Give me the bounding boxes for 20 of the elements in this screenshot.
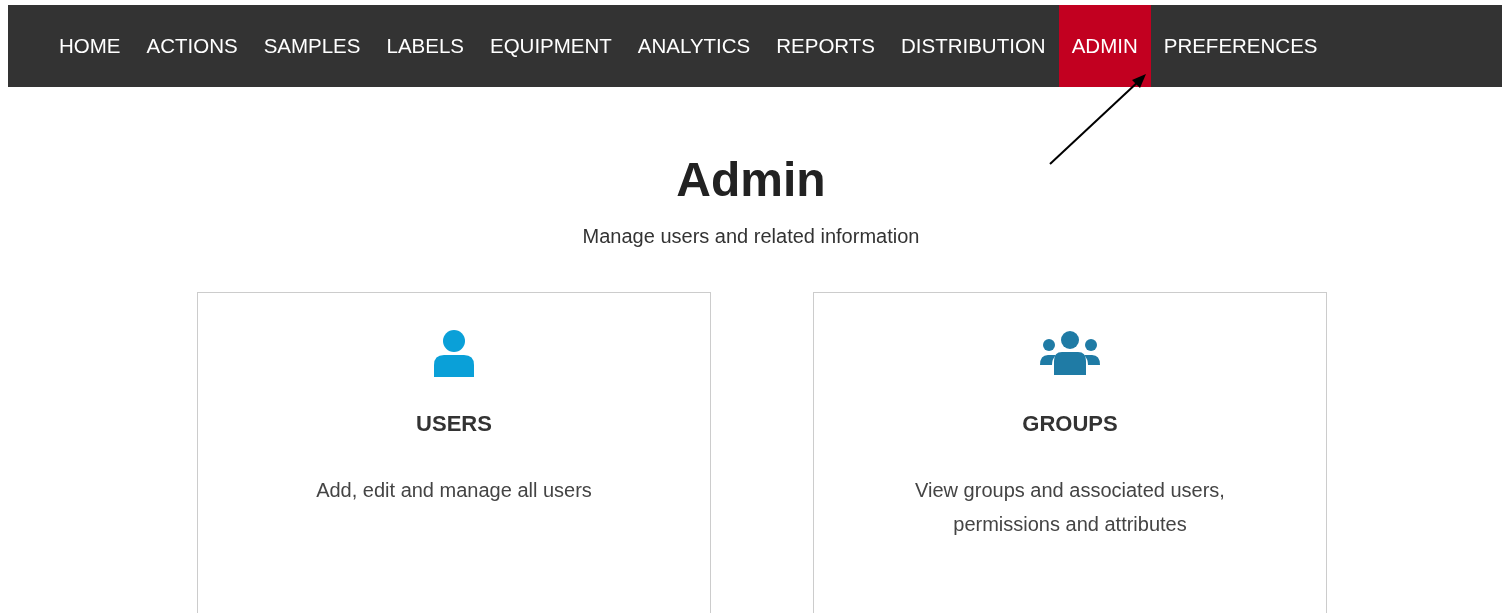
nav-tab[interactable]: EQUIPMENT (477, 5, 625, 87)
user-icon (432, 329, 476, 377)
card-description: View groups and associated users, permissions and attributes (914, 478, 1226, 537)
page-title: Admin (675, 152, 827, 207)
nav-tab[interactable]: ACTIONS (133, 5, 251, 87)
card-title: GROUPS (1022, 411, 1118, 437)
group-icon (1040, 329, 1100, 377)
page-subtitle: Manage users and related information (581, 225, 921, 248)
nav-tab[interactable]: REPORTS (763, 5, 888, 87)
nav-tab[interactable]: DISTRIBUTION (888, 5, 1059, 87)
card[interactable]: USERS Add, edit and manage all users (197, 292, 711, 613)
card-title: USERS (416, 411, 492, 437)
nav-tab[interactable]: ADMIN (1058, 5, 1151, 87)
nav-tab[interactable]: LABELS (373, 5, 477, 87)
nav-tab[interactable]: SAMPLES (250, 5, 374, 87)
card-description: Add, edit and manage all users (316, 478, 592, 503)
card[interactable]: GROUPS View groups and associated users, permissions and attributes (813, 292, 1327, 613)
nav-tab[interactable]: HOME (46, 5, 134, 87)
nav-tab[interactable]: PREFERENCES (1150, 5, 1331, 87)
nav-tab[interactable]: ANALYTICS (624, 5, 764, 87)
